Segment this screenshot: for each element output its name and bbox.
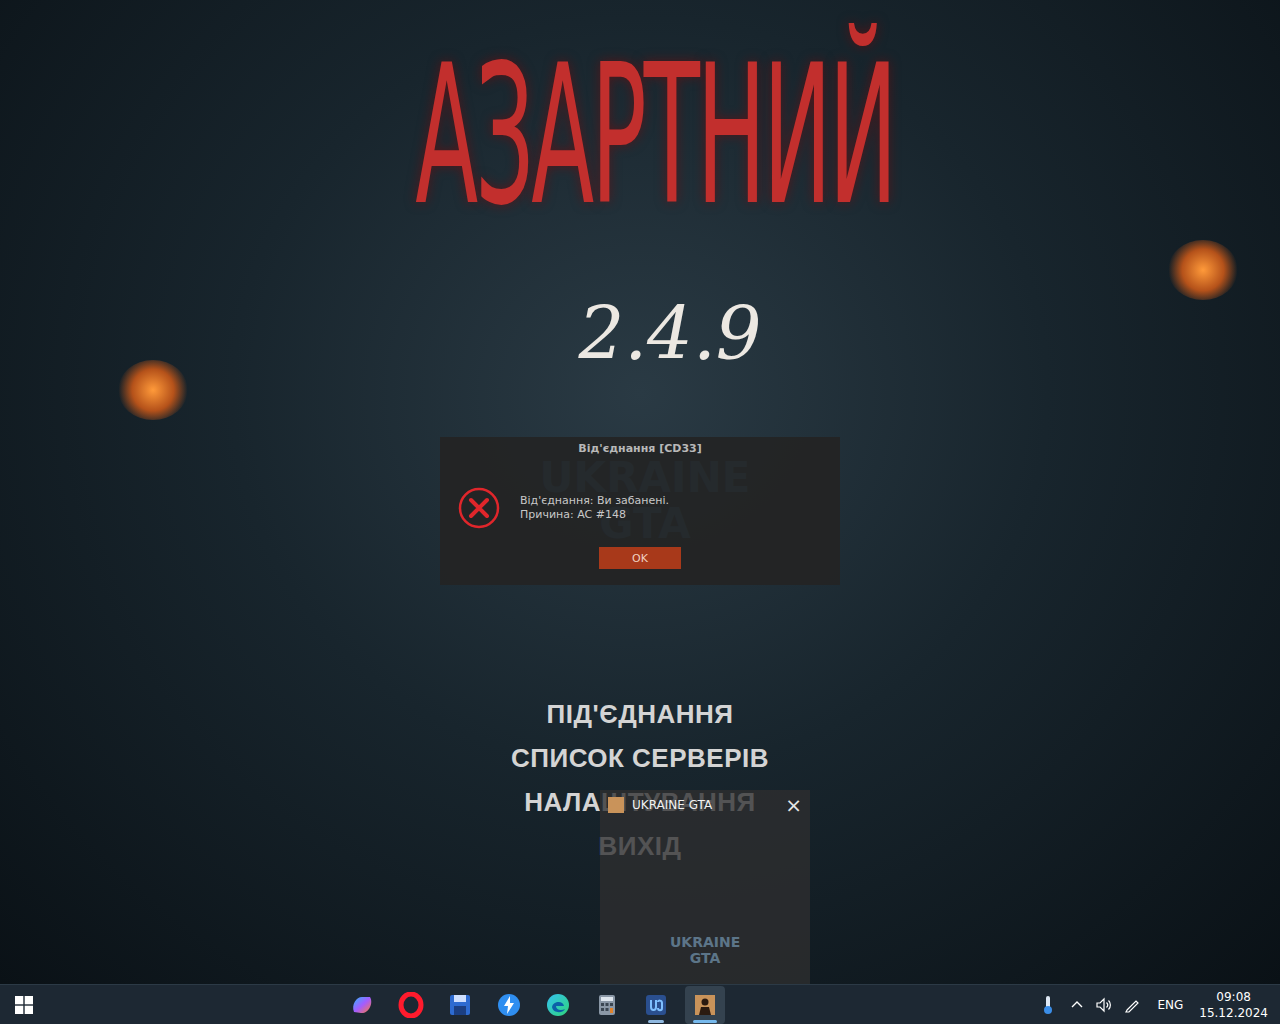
dialog-title: Від'єднання [CD33] (440, 441, 840, 457)
window-body: UKRAINE GTA (600, 820, 810, 984)
menu-item[interactable]: ПІД'ЄДНАННЯ (547, 692, 734, 736)
edge-icon (545, 992, 571, 1018)
taskbar-app[interactable] (685, 986, 725, 1024)
game-title: АЗАРТНИЙ (415, 40, 894, 233)
gta-icon (692, 992, 718, 1018)
dialog-actions: OK (440, 529, 840, 569)
pinned-apps (342, 986, 725, 1024)
menu-item[interactable]: СПИСОК СЕРВЕРІВ (511, 736, 769, 780)
logo: UKRAINE GTA (670, 935, 740, 966)
game-launcher-background: АЗАРТНИЙ2.4.9ПІД'ЄДНАННЯСПИСОК СЕРВЕРІВН… (0, 0, 1280, 984)
system-tray: ENG 09:0815.12.2024 (1037, 989, 1280, 1021)
opera-icon (398, 992, 424, 1018)
taskbar-app[interactable] (538, 986, 578, 1024)
active-indicator (648, 1020, 664, 1023)
taskbar-app[interactable] (342, 986, 382, 1024)
taskbar-app[interactable] (489, 986, 529, 1024)
pumpkin-icon (1168, 240, 1238, 300)
window-title: UKRAINE GTA (632, 798, 777, 812)
dialog-message: Від'єднання: Ви забанені.Причина: AC #14… (520, 494, 669, 522)
pumpkin-icon (118, 360, 188, 420)
screen: АЗАРТНИЙ2.4.9ПІД'ЄДНАННЯСПИСОК СЕРВЕРІВН… (0, 0, 1280, 1024)
taskbar-app[interactable] (440, 986, 480, 1024)
launcher-window: UKRAINE GTA × UKRAINE GTA (600, 790, 810, 984)
version-label: 2.4.9 (548, 298, 761, 370)
hero: АЗАРТНИЙ 2.4.9 (385, 0, 894, 400)
copilot-icon (349, 992, 375, 1018)
save-icon (447, 992, 473, 1018)
taskbar-app[interactable] (587, 986, 627, 1024)
active-indicator (693, 1020, 717, 1023)
clock[interactable]: 09:0815.12.2024 (1199, 989, 1268, 1021)
gta-icon (608, 797, 624, 813)
disconnect-dialog: Від'єднання [CD33] Від'єднання: Ви забане… (440, 437, 840, 585)
window-titlebar: UKRAINE GTA × (600, 790, 810, 820)
taskbar-app[interactable] (391, 986, 431, 1024)
language-indicator[interactable]: ENG (1151, 998, 1189, 1012)
weather-icon[interactable] (1037, 994, 1059, 1016)
time: 09:08 (1216, 989, 1251, 1005)
taskbar: ENG 09:0815.12.2024 (0, 984, 1280, 1024)
error-icon (458, 487, 500, 529)
chevron-up-icon[interactable] (1069, 997, 1085, 1013)
ok-button[interactable]: OK (599, 547, 681, 569)
calculator-icon (594, 992, 620, 1018)
speaker-icon[interactable] (1095, 996, 1113, 1014)
title-box: АЗАРТНИЙ (415, 0, 894, 240)
close-button[interactable]: × (785, 796, 802, 814)
pen-icon[interactable] (1123, 996, 1141, 1014)
date: 15.12.2024 (1199, 1005, 1268, 1021)
taskbar-app[interactable] (636, 986, 676, 1024)
message-line: Від'єднання: Ви забанені. (520, 494, 669, 508)
start-button[interactable] (0, 985, 48, 1024)
dialog-body: Від'єднання: Ви забанені.Причина: AC #14… (440, 457, 840, 529)
launcher-icon (643, 992, 669, 1018)
message-line: Причина: AC #148 (520, 508, 669, 522)
bolt-icon (496, 992, 522, 1018)
windows-icon (15, 996, 33, 1014)
